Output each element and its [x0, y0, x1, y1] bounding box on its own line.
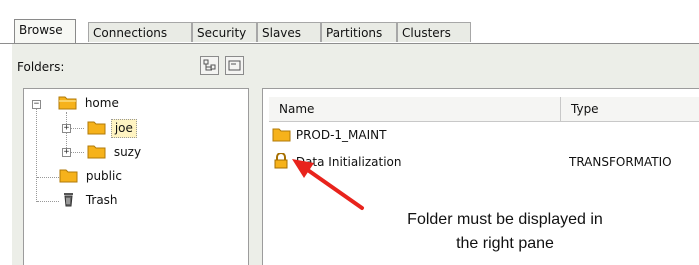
- tree-item-label: joe: [110, 119, 137, 138]
- annotation-line-1: Folder must be displayed in: [407, 211, 603, 228]
- list-row-prod-maint[interactable]: PROD-1_MAINT: [272, 126, 386, 144]
- tab-partitions[interactable]: Partitions: [321, 22, 397, 42]
- tree-item-trash[interactable]: Trash: [59, 190, 121, 210]
- tab-connections[interactable]: Connections: [88, 22, 192, 42]
- tab-bar: Browse Connections Security Slaves Parti…: [0, 18, 699, 44]
- tree-item-home[interactable]: home: [58, 93, 122, 113]
- tree-guide-trash: [37, 201, 59, 202]
- tree-item-suzy[interactable]: suzy: [87, 142, 144, 162]
- column-header-type[interactable]: Type: [561, 97, 699, 122]
- tree-guide-suzy: [70, 152, 84, 153]
- folders-label: Folders:: [17, 60, 65, 74]
- tab-slaves[interactable]: Slaves: [257, 22, 321, 42]
- tree-item-joe[interactable]: joe: [87, 118, 137, 138]
- list-row-name: PROD-1_MAINT: [295, 128, 387, 142]
- tree-item-public[interactable]: public: [59, 166, 125, 186]
- tree-item-label: suzy: [113, 145, 142, 159]
- annotation-line-2: the right pane: [456, 235, 554, 252]
- tab-browse[interactable]: Browse: [14, 19, 76, 44]
- tree-guide-public: [37, 177, 59, 178]
- expand-suzy-toggle[interactable]: +: [62, 148, 71, 157]
- column-header-name[interactable]: Name: [269, 97, 560, 122]
- list-row-type: TRANSFORMATIO: [569, 155, 672, 169]
- tree-item-label: public: [85, 169, 122, 183]
- tree-guide-root: [36, 109, 37, 202]
- folder-icon: [87, 145, 111, 159]
- tab-security[interactable]: Security: [192, 22, 257, 42]
- tree-item-label: Trash: [85, 193, 118, 207]
- tab-clusters[interactable]: Clusters: [397, 22, 471, 42]
- tree-guide-joe: [70, 128, 84, 129]
- collapse-home-toggle[interactable]: −: [32, 100, 41, 109]
- folder-icon: [87, 121, 111, 135]
- annotation-text: Folder must be displayed in the right pa…: [360, 208, 650, 256]
- expand-all-button[interactable]: [200, 56, 219, 75]
- new-folder-button[interactable]: [225, 56, 244, 75]
- expand-joe-toggle[interactable]: +: [62, 124, 71, 133]
- folder-open-icon: [58, 96, 82, 110]
- trash-icon: [59, 193, 83, 207]
- folder-icon: [272, 128, 296, 142]
- tree-item-label: home: [84, 96, 119, 110]
- folder-icon: [59, 169, 83, 183]
